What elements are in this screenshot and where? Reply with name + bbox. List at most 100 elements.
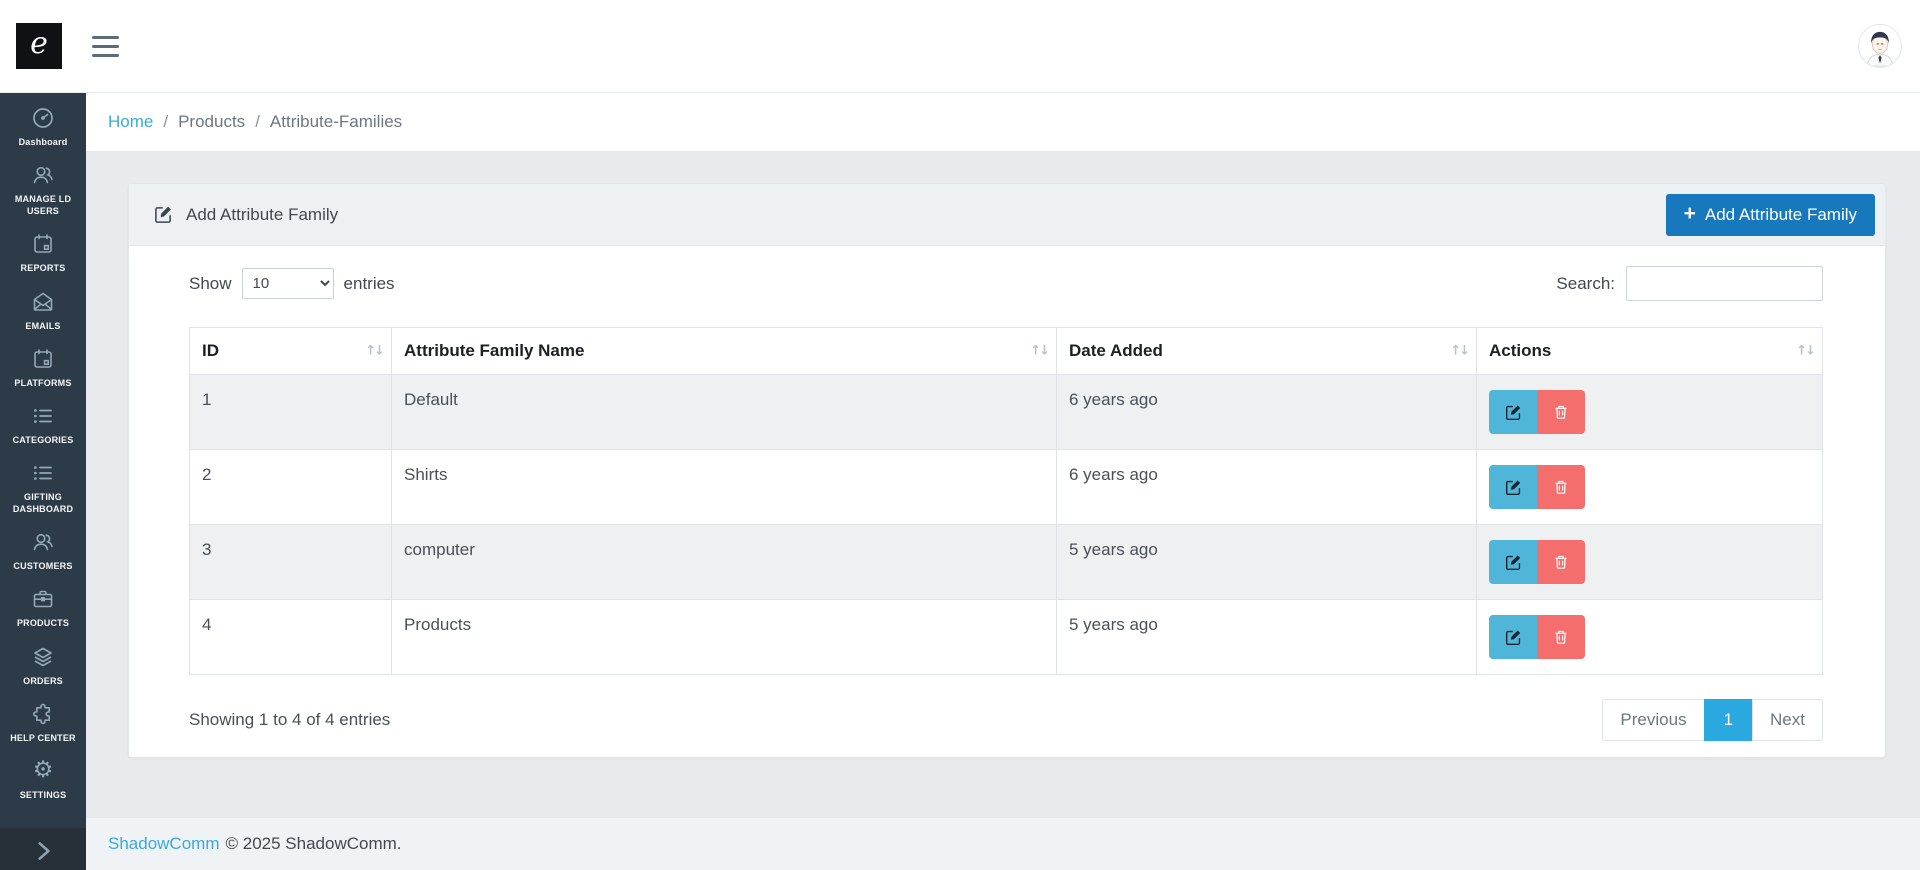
sort-icon: ↑↓ [1030, 344, 1048, 359]
sidebar-item-label: ORDERS [23, 675, 63, 687]
search-label: Search: [1556, 274, 1615, 294]
pagination-previous-button[interactable]: Previous [1602, 699, 1704, 741]
show-label: Show [189, 274, 232, 294]
column-header-id[interactable]: ID ↑↓ [190, 328, 392, 375]
sort-icon: ↑↓ [1796, 344, 1814, 359]
pagination-page-1-button[interactable]: 1 [1704, 699, 1753, 741]
sidebar: Dashboard MANAGE LD USERS REPORTS [0, 93, 86, 870]
add-attribute-family-button[interactable]: + Add Attribute Family [1666, 194, 1875, 236]
topbar: e [0, 0, 1920, 93]
delete-button[interactable] [1537, 465, 1585, 509]
sidebar-item-platforms[interactable]: PLATFORMS [0, 339, 86, 396]
page-length-control: Show 10 entries [189, 268, 395, 299]
card-header: Add Attribute Family + Add Attribute Fam… [129, 184, 1885, 246]
edit-square-icon [1505, 629, 1522, 646]
sidebar-item-emails[interactable]: EMAILS [0, 282, 86, 339]
cell-name: Default [392, 375, 1057, 450]
breadcrumb-home-link[interactable]: Home [108, 112, 153, 132]
delete-button[interactable] [1537, 540, 1585, 584]
table-footer: Showing 1 to 4 of 4 entries Previous 1 N… [189, 699, 1823, 741]
app-logo[interactable]: e [16, 23, 62, 69]
entries-label: entries [344, 274, 395, 294]
breadcrumb: Home / Products / Attribute-Families [86, 93, 1920, 152]
plus-icon: + [1684, 203, 1696, 226]
table-info: Showing 1 to 4 of 4 entries [189, 710, 390, 730]
breadcrumb-separator: / [255, 112, 260, 132]
sort-icon: ↑↓ [1450, 344, 1468, 359]
edit-button[interactable] [1489, 465, 1537, 509]
puzzle-icon [30, 701, 56, 727]
cell-actions [1477, 600, 1823, 675]
add-button-label: Add Attribute Family [1705, 205, 1857, 225]
gear-icon: ⚙ [30, 758, 56, 784]
sort-icon: ↑↓ [365, 344, 383, 359]
sidebar-item-label: SETTINGS [20, 789, 67, 801]
sidebar-item-categories[interactable]: CATEGORIES [0, 396, 86, 453]
sidebar-item-dashboard[interactable]: Dashboard [0, 93, 86, 155]
cell-date-added: 6 years ago [1057, 450, 1477, 525]
cell-name: Products [392, 600, 1057, 675]
sidebar-item-label: GIFTING DASHBOARD [3, 491, 83, 515]
column-header-date-added[interactable]: Date Added ↑↓ [1057, 328, 1477, 375]
briefcase-icon [30, 586, 56, 612]
cell-id: 3 [190, 525, 392, 600]
sidebar-item-customers[interactable]: CUSTOMERS [0, 522, 86, 579]
edit-square-icon [1505, 554, 1522, 571]
cell-date-added: 5 years ago [1057, 600, 1477, 675]
cell-actions [1477, 525, 1823, 600]
user-avatar[interactable] [1858, 24, 1902, 68]
layers-icon [30, 644, 56, 670]
menu-toggle-icon[interactable] [86, 30, 125, 63]
card-body: Show 10 entries Search: [129, 246, 1885, 741]
cell-actions [1477, 375, 1823, 450]
avatar-illustration [1859, 25, 1901, 67]
sidebar-collapse-toggle[interactable] [0, 828, 86, 870]
delete-button[interactable] [1537, 390, 1585, 434]
pagination-next-button[interactable]: Next [1752, 699, 1823, 741]
edit-square-icon [1505, 479, 1522, 496]
edit-button[interactable] [1489, 615, 1537, 659]
trash-icon [1553, 479, 1569, 495]
footer-brand-link[interactable]: ShadowComm [108, 834, 220, 854]
trash-icon [1553, 629, 1569, 645]
table-row: 4 Products 5 years ago [190, 600, 1823, 675]
sidebar-item-orders[interactable]: ORDERS [0, 637, 86, 694]
sidebar-item-reports[interactable]: REPORTS [0, 224, 86, 281]
cell-date-added: 6 years ago [1057, 375, 1477, 450]
sidebar-item-settings[interactable]: ⚙ SETTINGS [0, 751, 86, 808]
column-header-actions[interactable]: Actions ↑↓ [1477, 328, 1823, 375]
users-icon [30, 529, 56, 555]
footer-copyright: © 2025 ShadowComm. [226, 834, 402, 854]
delete-button[interactable] [1537, 615, 1585, 659]
attribute-families-table: ID ↑↓ Attribute Family Name ↑↓ Date Adde… [189, 327, 1823, 675]
edit-button[interactable] [1489, 390, 1537, 434]
edit-square-icon [1505, 404, 1522, 421]
sidebar-item-gifting-dashboard[interactable]: GIFTING DASHBOARD [0, 453, 86, 522]
cell-id: 1 [190, 375, 392, 450]
pagination: Previous 1 Next [1602, 699, 1823, 741]
breadcrumb-attribute-families: Attribute-Families [270, 112, 402, 132]
sidebar-item-label: CUSTOMERS [13, 560, 72, 572]
cell-id: 4 [190, 600, 392, 675]
cell-name: Shirts [392, 450, 1057, 525]
list-icon [30, 460, 56, 486]
edit-button[interactable] [1489, 540, 1537, 584]
column-header-name[interactable]: Attribute Family Name ↑↓ [392, 328, 1057, 375]
table-header-row: ID ↑↓ Attribute Family Name ↑↓ Date Adde… [190, 328, 1823, 375]
main-area: Home / Products / Attribute-Families Add… [86, 93, 1920, 870]
page-length-select[interactable]: 10 [242, 268, 334, 299]
table-row: 1 Default 6 years ago [190, 375, 1823, 450]
card-title: Add Attribute Family [186, 205, 338, 225]
sidebar-item-label: REPORTS [21, 262, 66, 274]
sidebar-item-manage-ld-users[interactable]: MANAGE LD USERS [0, 155, 86, 224]
chevron-right-icon [30, 838, 56, 864]
trash-icon [1553, 554, 1569, 570]
breadcrumb-products[interactable]: Products [178, 112, 245, 132]
sidebar-item-products[interactable]: PRODUCTS [0, 579, 86, 636]
search-input[interactable] [1626, 266, 1823, 301]
users-icon [30, 162, 56, 188]
list-icon [30, 403, 56, 429]
sidebar-item-help-center[interactable]: HELP CENTER [0, 694, 86, 751]
calendar-icon [30, 346, 56, 372]
sidebar-item-label: PLATFORMS [14, 377, 71, 389]
